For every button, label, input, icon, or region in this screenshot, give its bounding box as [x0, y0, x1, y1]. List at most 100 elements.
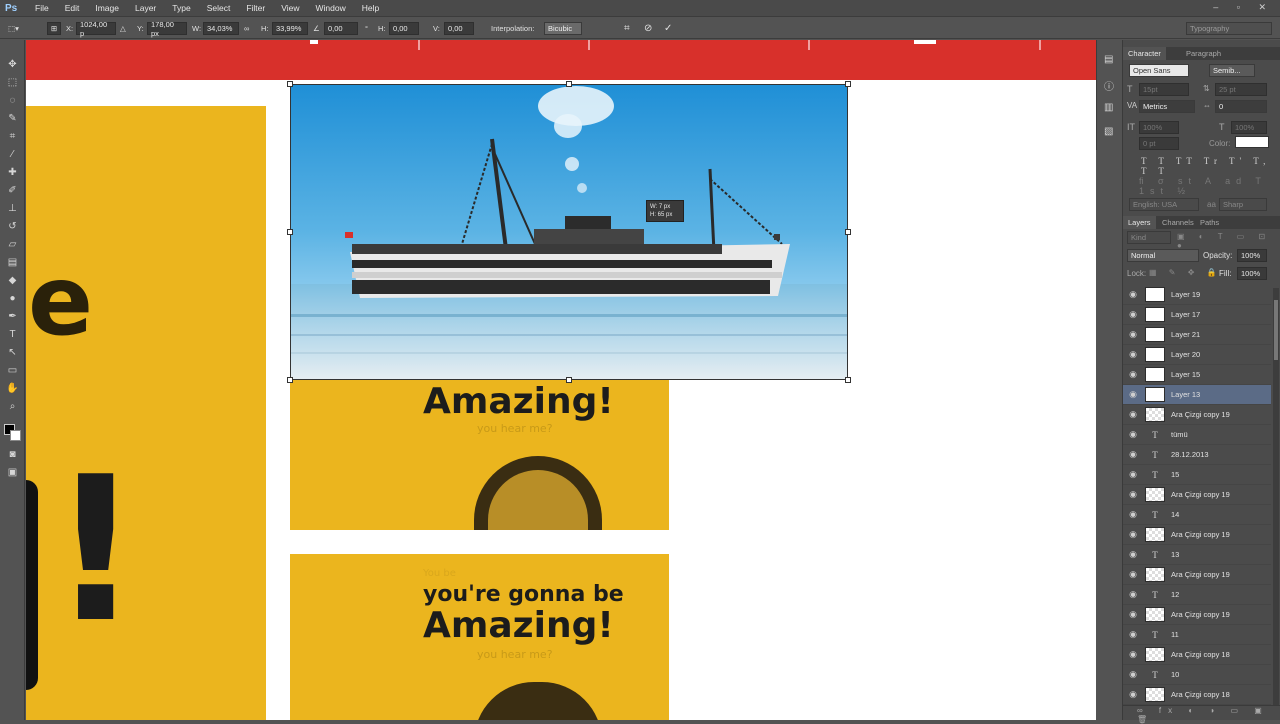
layer-list[interactable]: ◉ Layer 19 ◉ Layer 17 ◉ Layer 21 ◉ Layer 20 ◉ Lay… — [1123, 285, 1271, 705]
link-icon[interactable]: ∞ — [244, 22, 249, 35]
visibility-eye-icon[interactable]: ◉ — [1123, 469, 1143, 480]
tab-paths[interactable]: Paths — [1195, 216, 1224, 229]
font-size-field[interactable]: 15pt — [1139, 83, 1189, 96]
font-family-select[interactable]: Open Sans — [1129, 64, 1189, 77]
hscale-field[interactable]: 100% — [1231, 121, 1267, 134]
marquee-tool-icon[interactable]: ⬚ — [6, 76, 19, 89]
menu-image[interactable]: Image — [87, 3, 127, 13]
text-color-swatch[interactable] — [1235, 136, 1269, 148]
visibility-eye-icon[interactable]: ◉ — [1123, 649, 1143, 660]
transform-handle-bottom-left[interactable] — [287, 377, 293, 383]
transform-bounding-box[interactable] — [290, 84, 848, 380]
visibility-eye-icon[interactable]: ◉ — [1123, 369, 1143, 380]
layer-row[interactable]: ◉ Ttümü — [1123, 425, 1271, 445]
transform-handle-left[interactable] — [287, 229, 293, 235]
shape-tool-icon[interactable]: ▭ — [6, 364, 19, 377]
layer-filter-select[interactable]: Kind — [1127, 231, 1171, 244]
transform-handle-right[interactable] — [845, 229, 851, 235]
path-select-tool-icon[interactable]: ↖ — [6, 346, 19, 359]
interpolation-select[interactable]: Bicubic — [544, 22, 582, 35]
visibility-eye-icon[interactable]: ◉ — [1123, 549, 1143, 560]
tab-layers[interactable]: Layers — [1123, 216, 1156, 229]
brush-tool-icon[interactable]: ✐ — [6, 184, 19, 197]
tab-paragraph[interactable]: Paragraph — [1181, 47, 1226, 60]
crop-tool-icon[interactable]: ⌗ — [6, 130, 19, 143]
layer-row[interactable]: ◉ Ara Çizgi copy 19 — [1123, 405, 1271, 425]
language-select[interactable]: English: USA — [1129, 198, 1199, 211]
eraser-tool-icon[interactable]: ▱ — [6, 238, 19, 251]
h-field[interactable]: 33,99% — [272, 22, 308, 35]
reference-point-icon[interactable]: ⊞ — [47, 22, 61, 35]
visibility-eye-icon[interactable]: ◉ — [1123, 669, 1143, 680]
visibility-eye-icon[interactable]: ◉ — [1123, 389, 1143, 400]
layer-row[interactable]: ◉ T 28.12.2013 — [1123, 445, 1271, 465]
visibility-eye-icon[interactable]: ◉ — [1123, 429, 1143, 440]
hskew-field[interactable]: 0,00 — [389, 22, 419, 35]
zoom-tool-icon[interactable]: ⌕ — [6, 400, 19, 413]
layer-row[interactable]: ◉ Layer 21 — [1123, 325, 1271, 345]
visibility-eye-icon[interactable]: ◉ — [1123, 309, 1143, 320]
leading-field[interactable]: 25 pt — [1215, 83, 1267, 96]
quick-select-tool-icon[interactable]: ✎ — [6, 112, 19, 125]
visibility-eye-icon[interactable]: ◉ — [1123, 589, 1143, 600]
baseline-field[interactable]: 0 pt — [1139, 137, 1179, 150]
visibility-eye-icon[interactable]: ◉ — [1123, 569, 1143, 580]
x-field[interactable]: 1024,00 p — [76, 20, 116, 38]
tracking-select[interactable]: 0 — [1215, 100, 1267, 113]
visibility-eye-icon[interactable]: ◉ — [1123, 529, 1143, 540]
healing-tool-icon[interactable]: ✚ — [6, 166, 19, 179]
background-color-swatch[interactable] — [10, 430, 21, 441]
cancel-transform-icon[interactable]: ⊘ — [644, 22, 652, 35]
vskew-field[interactable]: 0,00 — [444, 22, 474, 35]
screen-mode-icon[interactable]: ▣ — [6, 466, 19, 479]
document-canvas[interactable]: e ! Amazing! you hear me? You be you're … — [26, 40, 1096, 720]
vscale-field[interactable]: 100% — [1139, 121, 1179, 134]
stamp-tool-icon[interactable]: ⊥ — [6, 202, 19, 215]
layers-scrollbar[interactable] — [1273, 288, 1279, 708]
layer-row[interactable]: ◉ Layer 17 — [1123, 305, 1271, 325]
layer-row[interactable]: ◉ Ara Çizgi copy 19 — [1123, 525, 1271, 545]
menu-layer[interactable]: Layer — [127, 3, 164, 13]
fill-field[interactable]: 100% — [1237, 267, 1267, 280]
lock-icons[interactable]: ▦ ✎ ✥ 🔒 — [1149, 268, 1222, 277]
layer-row[interactable]: ◉ Ara Çizgi copy 19 — [1123, 485, 1271, 505]
visibility-eye-icon[interactable]: ◉ — [1123, 489, 1143, 500]
visibility-eye-icon[interactable]: ◉ — [1123, 689, 1143, 700]
layer-row[interactable]: ◉ T 13 — [1123, 545, 1271, 565]
gradient-tool-icon[interactable]: ▤ — [6, 256, 19, 269]
tool-preset-icon[interactable]: ⬚▾ — [8, 22, 19, 35]
warp-icon[interactable]: ⌗ — [624, 22, 630, 35]
blur-tool-icon[interactable]: ◆ — [6, 274, 19, 287]
antialias-select[interactable]: Sharp — [1219, 198, 1267, 211]
visibility-eye-icon[interactable]: ◉ — [1123, 509, 1143, 520]
menu-file[interactable]: File — [27, 3, 57, 13]
window-controls[interactable]: – ▫ ✕ — [1213, 2, 1274, 13]
dodge-tool-icon[interactable]: ● — [6, 292, 19, 305]
info-panel-icon[interactable]: ⓘ — [1104, 78, 1114, 93]
layer-row[interactable]: ◉ T 15 — [1123, 465, 1271, 485]
layer-row[interactable]: ◉ Layer 20 — [1123, 345, 1271, 365]
kerning-select[interactable]: Metrics — [1139, 100, 1195, 113]
angle-field[interactable]: 0,00 — [324, 22, 358, 35]
layer-row[interactable]: ◉ T 10 — [1123, 665, 1271, 685]
menu-help[interactable]: Help — [354, 3, 387, 13]
adjust-panel-icon[interactable]: ▥ — [1104, 102, 1113, 113]
layer-row[interactable]: ◉ Ara Çizgi copy 18 — [1123, 685, 1271, 705]
type-style-buttons[interactable]: T T TT Tr T' T, T T — [1141, 156, 1280, 176]
visibility-eye-icon[interactable]: ◉ — [1123, 289, 1143, 300]
menu-view[interactable]: View — [273, 3, 307, 13]
layers-scrollbar-thumb[interactable] — [1274, 300, 1278, 360]
tab-channels[interactable]: Channels — [1157, 216, 1199, 229]
visibility-eye-icon[interactable]: ◉ — [1123, 609, 1143, 620]
w-field[interactable]: 34,03% — [203, 22, 239, 35]
layer-row[interactable]: ◉ Ara Çizgi copy 18 — [1123, 645, 1271, 665]
layer-row[interactable]: ◉ Ara Çizgi copy 19 — [1123, 605, 1271, 625]
layer-row[interactable]: ◉ Ara Çizgi copy 19 — [1123, 565, 1271, 585]
layer-row[interactable]: ◉ T 14 — [1123, 505, 1271, 525]
lasso-tool-icon[interactable]: ◌ — [6, 94, 19, 107]
layers-footer-buttons[interactable]: ∞ fx ◐ ◑ ▭ ▣ 🗑 — [1123, 705, 1280, 724]
font-style-select[interactable]: Semib... — [1209, 64, 1255, 77]
eyedropper-tool-icon[interactable]: ⁄ — [6, 148, 19, 161]
layer-row[interactable]: ◉ Layer 15 — [1123, 365, 1271, 385]
menu-filter[interactable]: Filter — [238, 3, 273, 13]
